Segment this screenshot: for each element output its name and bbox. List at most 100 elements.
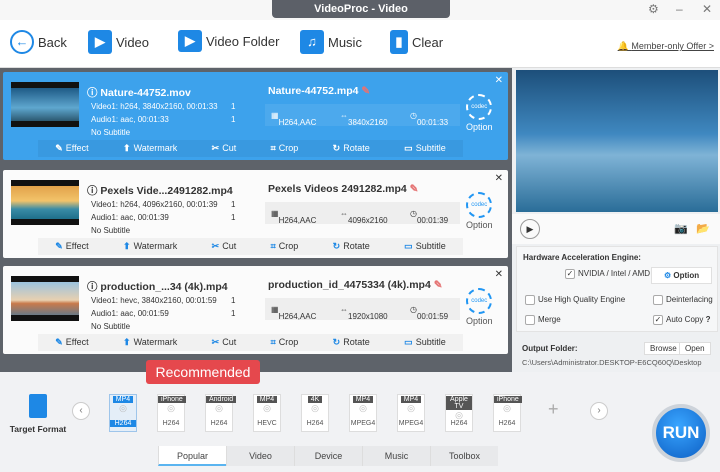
- run-button[interactable]: RUN: [652, 404, 710, 462]
- auto-copy-label: Auto Copy: [666, 315, 704, 325]
- audio-track[interactable]: Audio1: aac, 00:01:33: [91, 115, 169, 124]
- subtitle-button[interactable]: ▭ Subtitle: [404, 143, 446, 154]
- format-item[interactable]: MP4 ◎ HEVC: [248, 394, 286, 434]
- codec-gear-icon: codec: [466, 94, 493, 120]
- effect-button[interactable]: ✎ Effect: [55, 337, 88, 348]
- cut-button[interactable]: ✂ Cut: [212, 241, 237, 252]
- crop-button[interactable]: ⌗ Crop: [271, 143, 299, 154]
- crop-button[interactable]: ⌗ Crop: [271, 241, 299, 252]
- remove-video-button[interactable]: ✕: [495, 75, 503, 86]
- output-filename[interactable]: Nature-44752.mp4 ✎: [268, 85, 370, 97]
- video-card[interactable]: ⓘ production_...34 (4k).mp4 Video1: hevc…: [3, 266, 508, 354]
- close-window-button[interactable]: ✕: [702, 2, 712, 16]
- subtitle-track[interactable]: No Subtitle: [91, 128, 130, 137]
- scroll-right-button[interactable]: ›: [590, 402, 608, 420]
- camera-icon[interactable]: 📷: [674, 222, 688, 235]
- rotate-button[interactable]: ↻ Rotate: [333, 241, 370, 252]
- format-item[interactable]: MP4 ◎ MPEG4: [392, 394, 430, 434]
- format-item[interactable]: Apple TV ◎ H264: [440, 394, 478, 434]
- effect-button[interactable]: ✎ Effect: [55, 143, 88, 154]
- cut-button[interactable]: ✂ Cut: [212, 143, 237, 154]
- format-item[interactable]: Android ◎ H264: [200, 394, 238, 434]
- codec-option-button[interactable]: codec Option: [466, 192, 493, 230]
- scroll-left-button[interactable]: ‹: [72, 402, 90, 420]
- minimize-button[interactable]: –: [676, 2, 683, 16]
- music-label: Music: [328, 34, 362, 50]
- edit-name-icon[interactable]: ✎: [410, 183, 419, 195]
- add-music-button[interactable]: ♫ Music: [300, 30, 362, 54]
- edit-name-icon[interactable]: ✎: [434, 279, 443, 291]
- output-duration: ◷ 00:01:59: [410, 305, 449, 321]
- tab-device[interactable]: Device: [294, 446, 362, 466]
- add-video-folder-button[interactable]: ▶ Video Folder: [178, 30, 279, 52]
- rotate-button[interactable]: ↻ Rotate: [333, 337, 370, 348]
- auto-copy-checkbox[interactable]: ✓ Auto Copy ?: [653, 315, 710, 325]
- crop-button[interactable]: ⌗ Crop: [271, 337, 299, 348]
- codec-option-button[interactable]: codec Option: [466, 94, 493, 132]
- video-track[interactable]: Video1: hevc, 3840x2160, 00:01:59: [91, 296, 217, 305]
- subtitle-track[interactable]: No Subtitle: [91, 226, 130, 235]
- info-icon[interactable]: ⓘ: [87, 87, 100, 99]
- output-filename[interactable]: production_id_4475334 (4k).mp4 ✎: [268, 279, 443, 291]
- offer-label: Member-only Offer >: [631, 41, 714, 51]
- info-icon[interactable]: ⓘ: [87, 185, 100, 197]
- watermark-button[interactable]: ⬆ Watermark: [123, 337, 177, 348]
- format-item[interactable]: MP4 ◎ H264: [104, 394, 142, 434]
- add-video-button[interactable]: ▶ Video: [88, 30, 149, 54]
- browse-button[interactable]: Browse: [644, 342, 683, 355]
- edit-name-icon[interactable]: ✎: [361, 85, 370, 97]
- hw-option-button[interactable]: ⚙ Option: [651, 267, 713, 284]
- effect-label: Effect: [65, 241, 89, 251]
- remove-video-button[interactable]: ✕: [495, 269, 503, 280]
- output-resolution: ⇔ 1920x1080: [340, 305, 388, 321]
- subtitle-track[interactable]: No Subtitle: [91, 322, 130, 331]
- watermark-button[interactable]: ⬆ Watermark: [123, 143, 177, 154]
- audio-track[interactable]: Audio1: aac, 00:01:39: [91, 213, 169, 222]
- format-item[interactable]: iPhone ◎ H264: [488, 394, 526, 434]
- play-button[interactable]: ▶: [520, 219, 540, 239]
- format-codec: H264: [498, 420, 516, 427]
- remove-video-button[interactable]: ✕: [495, 173, 503, 184]
- merge-checkbox[interactable]: Merge: [525, 315, 561, 325]
- member-offer-link[interactable]: 🔔 Member-only Offer >: [618, 41, 714, 52]
- tab-popular[interactable]: Popular: [158, 446, 226, 466]
- video-card[interactable]: ⓘ Pexels Vide...2491282.mp4 Video1: h264…: [3, 170, 508, 258]
- audio-track[interactable]: Audio1: aac, 00:01:59: [91, 309, 169, 318]
- cut-button[interactable]: ✂ Cut: [212, 337, 237, 348]
- output-filename[interactable]: Pexels Videos 2491282.mp4 ✎: [268, 183, 418, 195]
- format-item[interactable]: 4K ◎ H264: [296, 394, 334, 434]
- video-card[interactable]: ⓘ Nature-44752.mov Video1: h264, 3840x21…: [3, 72, 508, 160]
- format-item[interactable]: iPhone ◎ H264: [152, 394, 190, 434]
- tab-video[interactable]: Video: [226, 446, 294, 466]
- subtitle-button[interactable]: ▭ Subtitle: [404, 241, 446, 252]
- info-icon[interactable]: ⓘ: [87, 281, 100, 293]
- back-label: Back: [38, 34, 67, 50]
- back-button[interactable]: ← Back: [10, 30, 67, 54]
- codec-option-button[interactable]: codec Option: [466, 288, 493, 326]
- rotate-icon: ↻: [332, 337, 341, 347]
- video-track[interactable]: Video1: h264, 3840x2160, 00:01:33: [91, 102, 218, 111]
- output-path: C:\Users\Administrator.DESKTOP-E6CQ60Q\D…: [522, 358, 702, 367]
- subtitle-button[interactable]: ▭ Subtitle: [404, 337, 446, 348]
- video-track[interactable]: Video1: h264, 4096x2160, 00:01:39: [91, 200, 218, 209]
- high-quality-checkbox[interactable]: Use High Quality Engine: [525, 295, 625, 305]
- help-icon[interactable]: ?: [706, 315, 711, 324]
- watermark-button[interactable]: ⬆ Watermark: [123, 241, 177, 252]
- hw-option-label: NVIDIA / Intel / AMD: [578, 269, 651, 279]
- format-item[interactable]: MP4 ◎ MPEG4: [344, 394, 382, 434]
- watermark-label: Watermark: [133, 337, 178, 347]
- deinterlacing-checkbox[interactable]: Deinterlacing: [653, 295, 713, 305]
- folder-icon[interactable]: 📂: [696, 222, 710, 235]
- duration-value: 00:01:59: [416, 312, 449, 321]
- effect-button[interactable]: ✎ Effect: [55, 241, 88, 252]
- hw-checkbox[interactable]: ✓ NVIDIA / Intel / AMD: [565, 269, 650, 279]
- video-preview: [516, 70, 718, 212]
- film-reel-icon: ◎: [167, 403, 175, 413]
- tab-toolbox[interactable]: Toolbox: [430, 446, 498, 466]
- rotate-button[interactable]: ↻ Rotate: [333, 143, 370, 154]
- tab-music[interactable]: Music: [362, 446, 430, 466]
- clear-button[interactable]: ▮ Clear: [390, 30, 443, 54]
- open-button[interactable]: Open: [679, 342, 711, 355]
- add-format-button[interactable]: +: [548, 399, 559, 420]
- settings-gear-icon[interactable]: ⚙: [648, 2, 659, 16]
